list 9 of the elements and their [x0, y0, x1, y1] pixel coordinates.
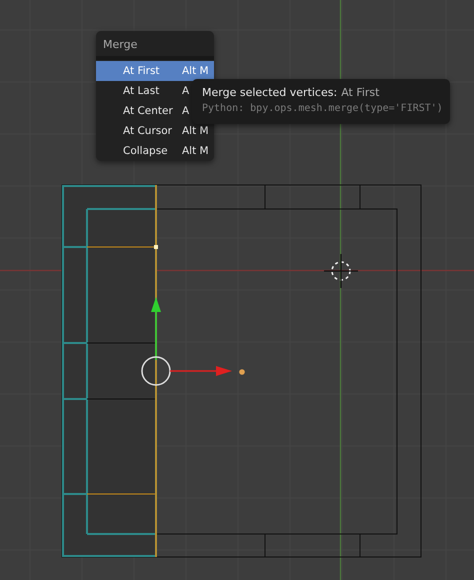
menu-item[interactable]: At First Alt M [96, 61, 214, 81]
menu-title: Merge [102, 37, 138, 53]
menu-item[interactable]: Collapse Alt M [96, 141, 214, 161]
transform-gizmo[interactable] [141, 297, 245, 386]
tooltip-title: Merge selected vertices: [202, 86, 338, 99]
tooltip-value: At First [341, 86, 380, 99]
menu-item[interactable]: At Cursor Alt M [96, 121, 214, 141]
python-path: Python: bpy.ops.mesh.merge(type='FIRST') [202, 103, 440, 114]
cursor-icon [324, 254, 358, 288]
